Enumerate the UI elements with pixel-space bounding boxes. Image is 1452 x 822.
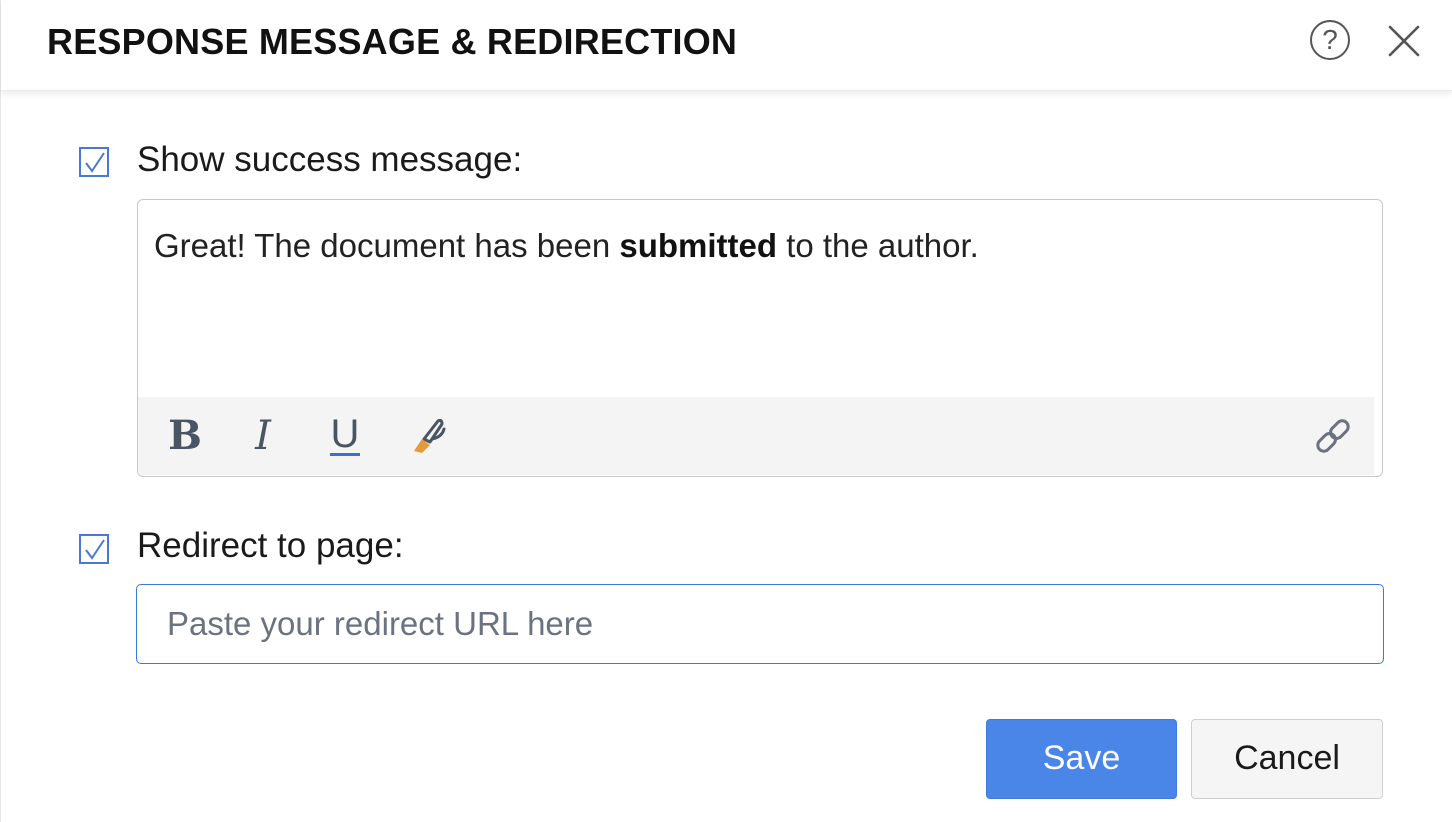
redirect-to-page-checkbox[interactable] xyxy=(79,534,109,564)
save-button[interactable]: Save xyxy=(986,719,1177,799)
redirect-to-page-label: Redirect to page: xyxy=(137,526,404,565)
underline-button[interactable]: U xyxy=(322,413,368,459)
dialog-title: RESPONSE MESSAGE & REDIRECTION xyxy=(47,21,738,62)
success-message-editor[interactable]: Great! The document has been submitted t… xyxy=(137,199,1383,477)
close-icon[interactable] xyxy=(1385,22,1423,60)
help-icon[interactable]: ? xyxy=(1310,20,1350,60)
link-icon[interactable] xyxy=(1310,413,1356,459)
redirect-url-input[interactable] xyxy=(136,584,1384,664)
message-text-after: to the author. xyxy=(777,227,979,264)
bold-button[interactable]: B xyxy=(162,413,208,459)
checkmark-icon xyxy=(85,152,105,173)
checkmark-icon xyxy=(85,539,105,560)
response-dialog: RESPONSE MESSAGE & REDIRECTION ? Show su… xyxy=(0,0,1452,822)
cancel-button[interactable]: Cancel xyxy=(1191,719,1383,799)
message-text-bold: submitted xyxy=(619,227,778,264)
editor-toolbar: B I U xyxy=(138,397,1374,475)
dialog-header: RESPONSE MESSAGE & REDIRECTION ? xyxy=(1,0,1452,91)
italic-button[interactable]: I xyxy=(240,413,286,459)
show-success-message-checkbox[interactable] xyxy=(79,147,109,177)
underline-glyph: U xyxy=(330,412,360,456)
message-text-before: Great! The document has been xyxy=(154,227,620,264)
show-success-message-label: Show success message: xyxy=(137,140,523,179)
underline-bar xyxy=(330,453,360,456)
success-message-text[interactable]: Great! The document has been submitted t… xyxy=(154,226,1366,266)
paint-brush-icon[interactable] xyxy=(404,413,450,459)
